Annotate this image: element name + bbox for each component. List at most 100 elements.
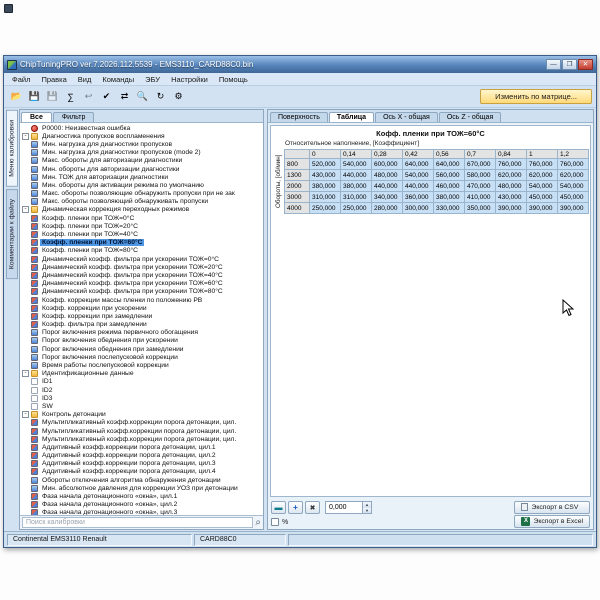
export-excel-button[interactable]: X Экспорт в Excel [514,515,590,528]
close-button[interactable]: ✕ [578,59,593,70]
menu-item[interactable]: Файл [7,74,35,85]
tree-item[interactable]: Динамический коэфф. фильтра при ускорени… [20,280,263,288]
spinner-arrows[interactable]: ▲▼ [362,502,371,513]
tree-item[interactable]: Порог включения послепусковой коррекции [20,353,263,361]
tree-item[interactable]: Коэфф. пленки при ТОЖ=80°С [20,247,263,255]
table-cell[interactable]: 330,000 [434,203,465,214]
save-file-icon[interactable]: 💾 [26,88,43,105]
tree-item[interactable]: Мин. нагрузка для диагностики пропусков … [20,149,263,157]
table-cell[interactable]: 470,000 [465,181,496,192]
tree-item[interactable]: Макс. обороты для авторизации диагностик… [20,157,263,165]
checksum-icon[interactable]: ∑ [62,88,79,105]
table-cell[interactable]: 310,000 [310,192,341,203]
menu-item[interactable]: Вид [73,74,97,85]
table-cell[interactable]: 620,000 [527,170,558,181]
row-header[interactable]: 3000 [285,192,310,203]
view-tab[interactable]: Поверхность [270,112,328,122]
table-cell[interactable]: 390,000 [558,203,589,214]
tree-item[interactable]: Динамический коэфф. фильтра при ускорени… [20,255,263,263]
title-bar[interactable]: ChipTuningPRO ver.7.2026.112.5539 - EMS3… [4,56,596,73]
column-header[interactable]: 1,2 [558,150,589,159]
table-cell[interactable]: 390,000 [496,203,527,214]
tree-item[interactable]: Фаза начала детонационного «окна», цил.1 [20,492,263,500]
compare-icon[interactable]: ⇄ [116,88,133,105]
table-cell[interactable]: 310,000 [341,192,372,203]
table-cell[interactable]: 280,000 [372,203,403,214]
view-tab[interactable]: Ось Z - общая [439,112,501,122]
menu-item[interactable]: Команды [97,74,139,85]
column-header[interactable]: 0,28 [372,150,403,159]
tree-item[interactable]: Коэфф. коррекции массы пленки по положен… [20,296,263,304]
column-header[interactable]: 0,7 [465,150,496,159]
tree-item[interactable]: Мин. обороты для активации режима по умо… [20,181,263,189]
tree-item[interactable]: Аддитивный коэфф.коррекции порога детона… [20,460,263,468]
tree-item[interactable]: Порог включения режима первичного обогащ… [20,329,263,337]
zoom-icon[interactable]: 🔍 [134,88,151,105]
table-cell[interactable]: 620,000 [496,170,527,181]
tree-item[interactable]: Порог включения обеднения при замедлении [20,345,263,353]
column-header[interactable]: 0,56 [434,150,465,159]
column-header[interactable]: 0,84 [496,150,527,159]
filter-tab[interactable]: Фильтр [53,112,95,122]
table-cell[interactable]: 450,000 [558,192,589,203]
table-cell[interactable]: 450,000 [527,192,558,203]
table-cell[interactable]: 670,000 [465,159,496,170]
table-cell[interactable]: 760,000 [558,159,589,170]
table-cell[interactable]: 760,000 [496,159,527,170]
table-cell[interactable]: 480,000 [496,181,527,192]
tree-item[interactable]: Коэфф. пленки при ТОЖ=40°С [20,230,263,238]
tree-item[interactable]: Коэфф. фильтра при замедлении [20,321,263,329]
tree-item[interactable]: Мультипликативный коэфф.коррекции порога… [20,419,263,427]
edit-by-matrix-button[interactable]: Изменить по матрице... [480,89,592,104]
tree-item[interactable]: Мультипликативный коэфф.коррекции порога… [20,435,263,443]
menu-item[interactable]: Помощь [214,74,253,85]
table-cell[interactable]: 300,000 [403,203,434,214]
settings-icon[interactable]: ⚙ [170,88,187,105]
tree-item[interactable]: Динамический коэфф. фильтра при ускорени… [20,288,263,296]
open-file-icon[interactable]: 📂 [8,88,25,105]
tree-item[interactable]: ID3 [20,394,263,402]
table-cell[interactable]: 360,000 [403,192,434,203]
view-tab[interactable]: Ось X - общая [375,112,438,122]
minimize-button[interactable]: — [546,59,561,70]
tree-item[interactable]: Коэфф. коррекции при ускорении [20,304,263,312]
table-cell[interactable]: 540,000 [527,181,558,192]
table-cell[interactable]: 430,000 [496,192,527,203]
table-cell[interactable]: 540,000 [341,159,372,170]
menu-item[interactable]: ЭБУ [140,74,165,85]
tree-item[interactable]: Коэфф. пленки при ТОЖ=60°С [20,239,263,247]
table-cell[interactable]: 380,000 [310,181,341,192]
table-cell[interactable]: 560,000 [434,170,465,181]
search-icon[interactable]: ⌕ [255,518,261,528]
row-header[interactable]: 4000 [285,203,310,214]
tree-item[interactable]: ID1 [20,378,263,386]
table-cell[interactable]: 390,000 [527,203,558,214]
side-tab-1[interactable]: Комментарии к файлу [6,189,18,279]
table-cell[interactable]: 410,000 [465,192,496,203]
tree-item[interactable]: Коэфф. коррекции при замедлении [20,312,263,320]
save-all-icon[interactable]: 💾 [44,88,61,105]
menu-item[interactable]: Правка [36,74,71,85]
export-csv-button[interactable]: Экспорт в CSV [514,501,590,514]
row-header[interactable]: 2000 [285,181,310,192]
table-cell[interactable]: 580,000 [465,170,496,181]
view-tab[interactable]: Таблица [329,112,374,122]
side-tab-0[interactable]: Меню калибровки [6,110,18,187]
table-cell[interactable]: 540,000 [558,181,589,192]
spin-down-icon[interactable]: ▼ [363,508,371,514]
table-cell[interactable]: 600,000 [372,159,403,170]
tree-item[interactable]: Мин. нагрузка для диагностики пропусков [20,140,263,148]
column-header[interactable]: 0,42 [403,150,434,159]
tree-item[interactable]: Фаза начала детонационного «окна», цил.2 [20,501,263,509]
refresh-icon[interactable]: ↻ [152,88,169,105]
table-cell[interactable]: 760,000 [527,159,558,170]
tree-item[interactable]: ID2 [20,386,263,394]
tree-item[interactable]: Время работы послепусковой коррекции [20,361,263,369]
tree-item[interactable]: SW [20,402,263,410]
tree-item[interactable]: Мультипликативный коэфф.коррекции порога… [20,427,263,435]
table-cell[interactable]: 440,000 [341,170,372,181]
tree-item[interactable]: -Контроль детонации [20,411,263,419]
table-cell[interactable]: 440,000 [403,181,434,192]
table-cell[interactable]: 440,000 [372,181,403,192]
table-cell[interactable]: 620,000 [558,170,589,181]
